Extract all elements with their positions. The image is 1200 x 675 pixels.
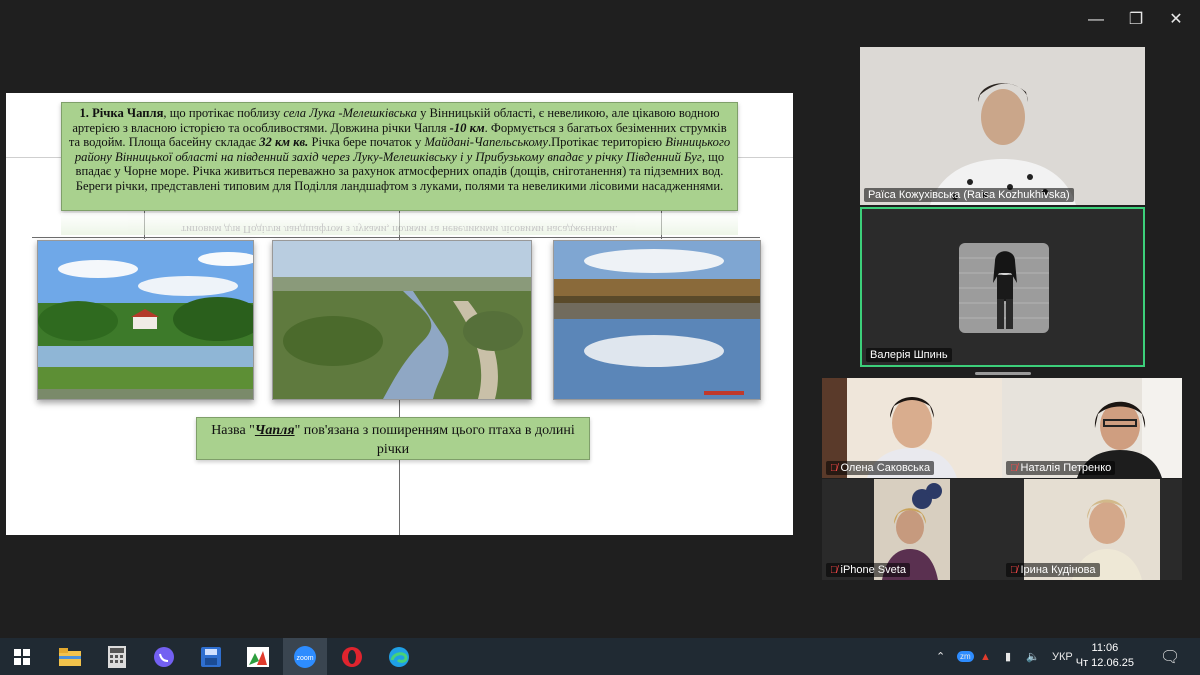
participant-name-label: 🎙̸ Олена Саковська: [826, 461, 935, 475]
minimize-button[interactable]: —: [1078, 8, 1114, 32]
viber-icon[interactable]: [150, 643, 178, 671]
participant-tile-1[interactable]: Раїса Кожухівська (Raisa Kozhukhivska): [860, 47, 1145, 205]
participant-tile-6[interactable]: 🎙̸ Ірина Кудінова: [1002, 479, 1182, 580]
river-reflection-image: [554, 241, 760, 399]
river-village-image: [38, 241, 253, 399]
aerial-river-image: [273, 241, 531, 399]
close-button[interactable]: ✕: [1158, 8, 1194, 32]
muted-mic-icon: 🎙̸: [830, 565, 838, 576]
edge-icon[interactable]: [385, 643, 413, 671]
river-photo-2: [272, 240, 532, 400]
calculator-icon[interactable]: [103, 643, 131, 671]
river-photo-1: [37, 240, 254, 400]
muted-mic-icon: 🎙̸: [1010, 565, 1018, 576]
heron-caption-box: Назва "Чапля" пов'язана з поширенням цьо…: [196, 417, 590, 460]
tray-app-icon[interactable]: ▲: [980, 638, 991, 675]
river-info-box: 1. Річка Чапля, що протікає поблизу села…: [61, 102, 738, 211]
muted-mic-icon: 🎙̸: [830, 463, 838, 474]
participant-video-1: [860, 47, 1145, 205]
show-hidden-icons[interactable]: ⌃: [936, 638, 945, 675]
language-indicator[interactable]: УКР: [1052, 638, 1073, 675]
muted-mic-icon: 🎙̸: [1010, 463, 1018, 474]
participant-avatar: [959, 243, 1049, 333]
participant-name-label: 🎙̸ Наталія Петренко: [1006, 461, 1116, 475]
participant-name-label: Валерія Шпинь: [866, 348, 952, 362]
participant-tile-3[interactable]: 🎙̸ Олена Саковська: [822, 378, 1002, 478]
participant-tile-2-active[interactable]: Валерія Шпинь: [860, 207, 1145, 367]
participant-name-label: 🎙̸ Ірина Кудінова: [1006, 563, 1100, 577]
participant-tile-5[interactable]: 🎙̸ iPhone Sveta: [822, 479, 1002, 580]
participant-name-label: 🎙̸ iPhone Sveta: [826, 563, 910, 577]
opera-icon[interactable]: [338, 643, 366, 671]
windows-taskbar: zoom ⌃ zm ▲ ▮ 🔈 УКР 11:06 Чт 12.06.25 🗨: [0, 638, 1200, 675]
participant-tile-4[interactable]: 🎙̸ Наталія Петренко: [1002, 378, 1182, 478]
info-box-reflection: типовим для Поділля ландшафтом з луками,…: [61, 213, 738, 235]
file-explorer-icon[interactable]: [56, 643, 84, 671]
windows-start-icon[interactable]: [8, 643, 36, 671]
clock-date: Чт 12.06.25: [1075, 657, 1134, 669]
zoom-icon[interactable]: zoom: [291, 643, 319, 671]
usb-icon[interactable]: ▮: [1005, 638, 1011, 675]
clock-time: 11:06: [1091, 642, 1119, 654]
gallery-drag-handle[interactable]: [975, 372, 1031, 375]
maximize-button[interactable]: ❐: [1118, 8, 1154, 32]
shared-screen-slide: 1. Річка Чапля, що протікає поблизу села…: [6, 93, 793, 535]
connector-line: [399, 460, 400, 535]
avatar-photo: [959, 243, 1049, 333]
volume-icon[interactable]: 🔈: [1026, 638, 1040, 675]
svg-text:zoom: zoom: [296, 655, 313, 662]
system-clock[interactable]: 11:06 Чт 12.06.25: [1076, 641, 1134, 671]
save-disk-icon[interactable]: [197, 643, 225, 671]
river-photo-3: [553, 240, 761, 400]
participant-name-label: Раїса Кожухівська (Raisa Kozhukhivska): [864, 188, 1074, 202]
connector-line: [399, 398, 400, 418]
connector-line: [32, 237, 760, 238]
notifications-icon[interactable]: 🗨: [1160, 638, 1180, 675]
zoom-tray-icon[interactable]: zm: [957, 638, 974, 675]
photo-app-icon[interactable]: [244, 643, 272, 671]
